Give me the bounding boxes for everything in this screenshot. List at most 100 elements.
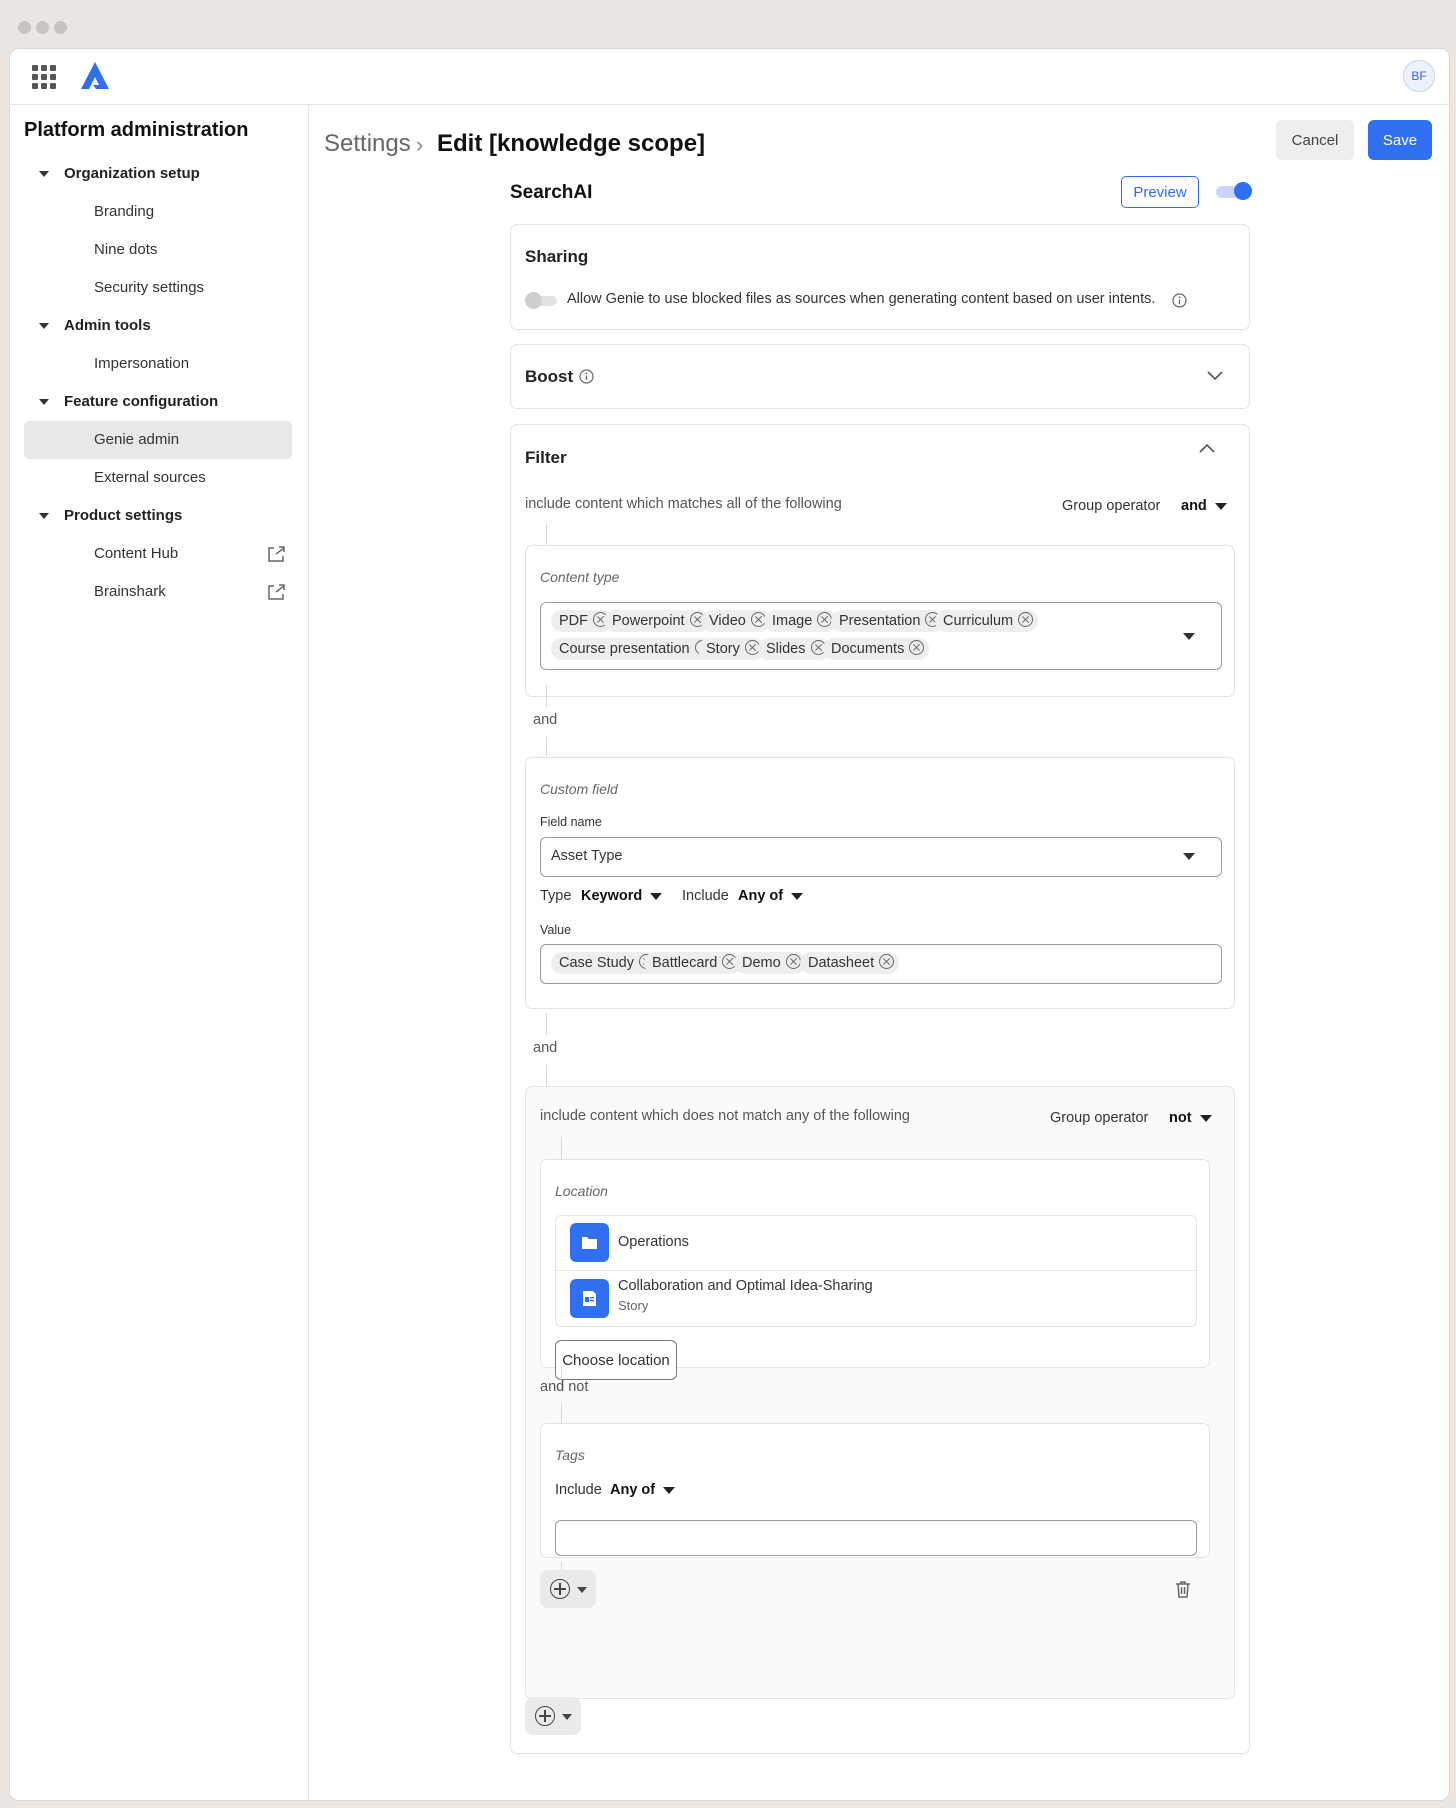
tree-connector [561, 1403, 562, 1425]
content-type-card: Content type PDF Powerpoint Video Image … [525, 545, 1235, 697]
group-operator-value: not [1169, 1110, 1192, 1126]
content-type-select[interactable]: PDF Powerpoint Video Image Presentation … [540, 602, 1222, 670]
breadcrumb-settings[interactable]: Settings [324, 130, 411, 158]
sharing-title: Sharing [525, 247, 589, 266]
field-name-label: Field name [540, 815, 602, 829]
type-label: Type [540, 888, 572, 904]
sidebar-item-label: Impersonation [94, 355, 190, 372]
chip-label: PDF [559, 613, 588, 629]
dropdown-arrow-icon [1214, 502, 1227, 510]
sidebar-item-security-settings[interactable]: Security settings [24, 269, 292, 307]
tags-card: Tags Include Any of [540, 1423, 1210, 1558]
blocked-files-label: Allow Genie to use blocked files as sour… [567, 291, 1156, 307]
value-label: Value [540, 923, 572, 937]
sidebar-item-label: Genie admin [94, 431, 180, 448]
chevron-up-icon[interactable] [1199, 443, 1215, 453]
remove-chip-icon[interactable] [909, 640, 925, 655]
sidebar-section-admin-tools[interactable]: Admin tools [24, 307, 292, 345]
window-maximize-dot[interactable] [54, 21, 67, 34]
toggle-knob [1234, 182, 1252, 200]
app-launcher-icon[interactable] [32, 65, 56, 89]
include-dropdown[interactable]: Any of [610, 1482, 676, 1498]
content-type-label: Content type [540, 569, 620, 585]
boost-card[interactable]: Boost [510, 344, 1250, 409]
boost-title: Boost [525, 367, 574, 386]
info-icon[interactable] [1172, 293, 1187, 308]
custom-field-card: Custom field Field name Asset Type Type … [525, 757, 1235, 1009]
sidebar-section-product-settings[interactable]: Product settings [24, 497, 292, 535]
caret-down-icon [39, 513, 49, 519]
add-group-button[interactable] [525, 1697, 581, 1735]
searchai-toggle[interactable] [1216, 182, 1252, 200]
sidebar-item-label: Product settings [64, 507, 183, 524]
sidebar-item-genie-admin[interactable]: Genie admin [24, 421, 292, 459]
chip: Powerpoint [604, 610, 710, 632]
chip-label: Video [709, 613, 746, 629]
avatar[interactable]: BF [1403, 60, 1435, 92]
sidebar-section-feature-configuration[interactable]: Feature configuration [24, 383, 292, 421]
trash-icon[interactable] [1173, 1579, 1193, 1599]
sidebar-item-label: Organization setup [64, 165, 200, 182]
chip: Course presentation [551, 638, 715, 660]
remove-chip-icon[interactable] [879, 954, 895, 969]
choose-location-button[interactable]: Choose location [555, 1340, 677, 1380]
chip-label: Powerpoint [612, 613, 685, 629]
field-name-value: Asset Type [551, 848, 623, 864]
save-button[interactable]: Save [1368, 120, 1432, 160]
chip: Curriculum [935, 610, 1039, 632]
location-label: Location [555, 1183, 608, 1199]
tree-connector [546, 523, 547, 545]
group-operator-dropdown[interactable]: and [1181, 498, 1227, 514]
sidebar-item-impersonation[interactable]: Impersonation [24, 345, 292, 383]
location-subtitle: Story [618, 1298, 649, 1313]
chip-label: Slides [766, 641, 806, 657]
external-link-icon[interactable] [266, 583, 286, 601]
preview-button[interactable]: Preview [1121, 176, 1199, 208]
dropdown-arrow-icon [650, 892, 663, 900]
chevron-down-icon[interactable] [1207, 371, 1223, 381]
filter-title: Filter [525, 448, 567, 467]
brand-logo-icon[interactable] [78, 60, 112, 92]
chip: Presentation [831, 610, 946, 632]
sidebar-item-external-sources[interactable]: External sources [24, 459, 292, 497]
chip: Datasheet [800, 952, 900, 974]
subgroup-card: include content which does not match any… [525, 1086, 1235, 1699]
story-icon [570, 1279, 609, 1318]
sidebar-item-content-hub[interactable]: Content Hub [24, 535, 292, 573]
location-name: Operations [618, 1234, 689, 1250]
tags-input[interactable] [555, 1520, 1197, 1556]
sidebar-section-organization-setup[interactable]: Organization setup [24, 155, 292, 193]
add-condition-button[interactable] [540, 1570, 596, 1608]
chip: Demo [734, 952, 806, 974]
sidebar: Platform administration Organization set… [10, 105, 309, 1800]
sidebar-title: Platform administration [24, 119, 249, 141]
external-link-icon[interactable] [266, 545, 286, 563]
cancel-button[interactable]: Cancel [1276, 120, 1354, 160]
sidebar-item-brainshark[interactable]: Brainshark [24, 573, 292, 611]
include-label: Include [555, 1482, 602, 1498]
window-minimize-dot[interactable] [36, 21, 49, 34]
sidebar-item-branding[interactable]: Branding [24, 193, 292, 231]
chip: Slides [758, 638, 831, 660]
include-dropdown[interactable]: Any of [738, 888, 804, 904]
field-name-select[interactable]: Asset Type [540, 837, 1222, 877]
location-item[interactable]: Collaboration and Optimal Idea-Sharing S… [556, 1271, 1196, 1325]
chip: Documents [823, 638, 930, 660]
blocked-files-toggle[interactable] [525, 292, 557, 309]
location-item[interactable]: Operations [556, 1216, 1196, 1271]
value-input[interactable]: Case Study Battlecard Demo Datasheet [540, 944, 1222, 984]
remove-chip-icon[interactable] [785, 954, 801, 969]
plus-circle-icon [535, 1706, 555, 1726]
sidebar-item-label: Feature configuration [64, 393, 219, 410]
remove-chip-icon[interactable] [1018, 612, 1034, 627]
chip: Case Study [551, 952, 659, 974]
group-operator-dropdown[interactable]: not [1169, 1110, 1212, 1126]
chip-label: Curriculum [943, 613, 1014, 629]
dropdown-arrow-icon[interactable] [1183, 633, 1195, 640]
window-close-dot[interactable] [18, 21, 31, 34]
tags-label: Tags [555, 1447, 585, 1463]
sidebar-item-nine-dots[interactable]: Nine dots [24, 231, 292, 269]
info-icon[interactable] [579, 369, 594, 384]
group-description: include content which matches all of the… [525, 496, 842, 512]
type-dropdown[interactable]: Keyword [581, 888, 663, 904]
